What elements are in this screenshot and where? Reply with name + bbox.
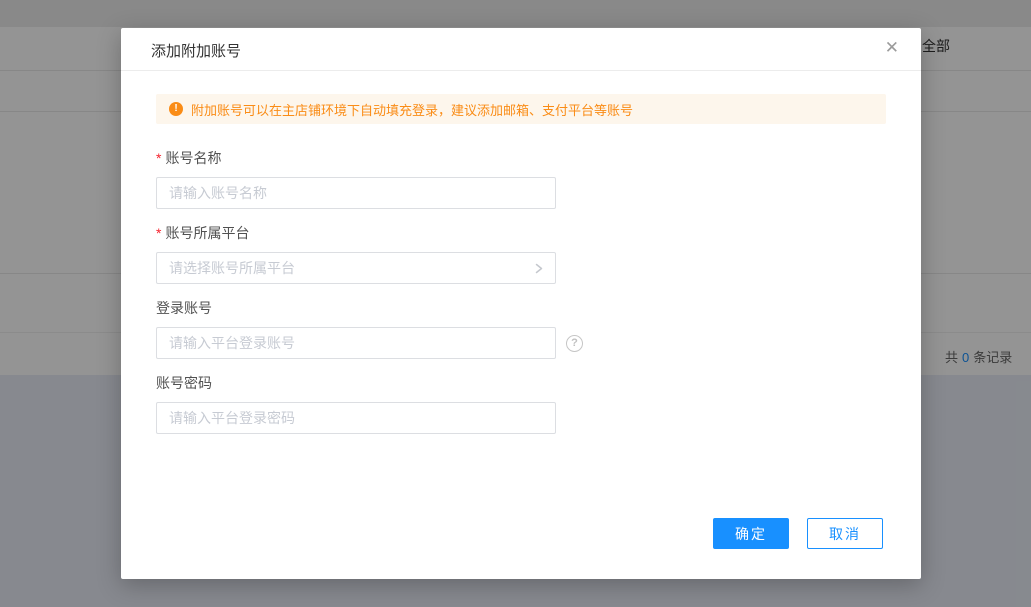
close-icon[interactable]: ✕ <box>885 38 899 58</box>
account-name-input[interactable] <box>156 177 556 209</box>
account-form: *账号名称 *账号所属平台 请选择账号所属平台 <box>156 149 886 434</box>
platform-select-placeholder: 请选择账号所属平台 <box>169 260 295 276</box>
field-account-name: * 账号名称 <box>156 149 886 209</box>
confirm-button[interactable]: 确定 <box>713 518 789 549</box>
chevron-right-icon <box>535 263 543 273</box>
login-account-label-text: 登录账号 <box>156 300 212 316</box>
account-password-label-text: 账号密码 <box>156 375 212 391</box>
cancel-button[interactable]: 取消 <box>807 518 883 549</box>
field-account-password: 账号密码 <box>156 374 886 434</box>
dialog-header: 添加附加账号 ✕ <box>121 28 921 71</box>
add-account-dialog: 添加附加账号 ✕ ! 附加账号可以在主店铺环境下自动填充登录，建议添加邮箱、支付… <box>121 28 921 579</box>
dialog-footer: 确定 取消 <box>713 518 883 549</box>
notice-text: 附加账号可以在主店铺环境下自动填充登录，建议添加邮箱、支付平台等账号 <box>191 102 634 118</box>
account-name-label-text: 账号名称 <box>165 150 222 166</box>
dialog-title: 添加附加账号 <box>151 43 242 60</box>
login-account-input[interactable] <box>156 327 556 359</box>
notice-banner: ! 附加账号可以在主店铺环境下自动填充登录，建议添加邮箱、支付平台等账号 <box>156 94 886 124</box>
dialog-body: ! 附加账号可以在主店铺环境下自动填充登录，建议添加邮箱、支付平台等账号 * 账号… <box>121 71 921 434</box>
login-account-label: 登录账号 <box>156 299 886 318</box>
required-mark: * <box>156 225 162 241</box>
help-icon[interactable]: ? <box>566 334 583 352</box>
field-login-account: 登录账号 ? <box>156 299 886 359</box>
platform-label: * 账号所属平台 <box>156 224 886 243</box>
info-icon: ! <box>169 102 183 116</box>
platform-label-text: 账号所属平台 <box>165 225 250 241</box>
account-name-label: * 账号名称 <box>156 149 886 168</box>
required-mark: * <box>156 150 162 166</box>
screen: 全部 共 0 条记录 添加附加账号 ✕ ! 附加账号可以在主店铺环境下自动填充登录，… <box>0 0 1031 607</box>
account-password-input[interactable] <box>156 402 556 434</box>
platform-select[interactable]: 请选择账号所属平台 <box>156 252 556 284</box>
field-platform: * 账号所属平台 请选择账号所属平台 <box>156 224 886 284</box>
account-password-label: 账号密码 <box>156 374 886 393</box>
